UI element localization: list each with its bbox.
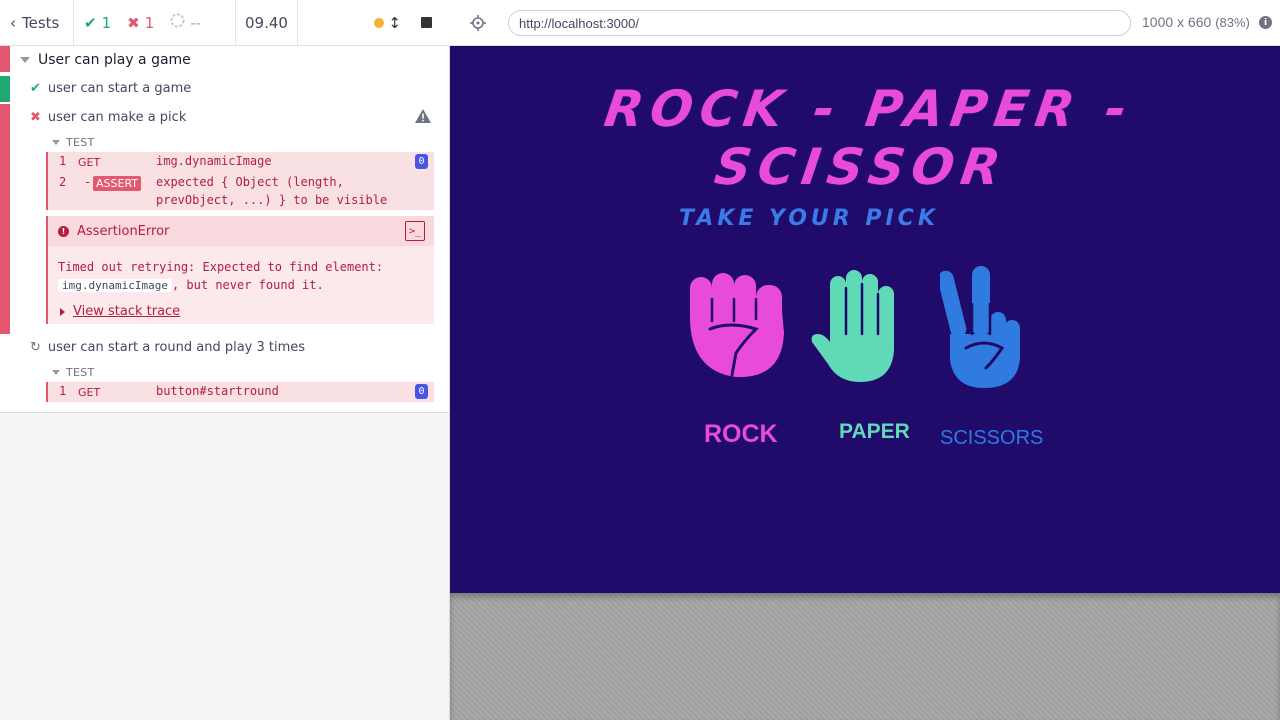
section-label: TEST <box>66 136 95 149</box>
test-row-start-game[interactable]: ✔ user can start a game <box>30 81 191 96</box>
viewport-background <box>450 593 1280 720</box>
duration: 09.40 <box>236 0 298 45</box>
check-icon: ✔ <box>30 81 41 96</box>
paper-label[interactable]: PAPER <box>839 420 910 444</box>
rock-label[interactable]: ROCK <box>704 420 778 449</box>
passed-count: 1 <box>101 13 112 32</box>
pending-stat[interactable]: -- <box>170 13 201 32</box>
running-indicator-icon <box>374 17 385 28</box>
test-section-toggle[interactable]: TEST <box>52 136 95 149</box>
tests-button[interactable]: ‹ Tests <box>0 0 74 45</box>
refresh-icon: ↻ <box>30 340 41 355</box>
failed-stat[interactable]: ✖ 1 <box>127 14 154 32</box>
assert-badge: ASSERT <box>93 176 142 191</box>
viewport-info: 1000 x 660 (83%) <box>1142 14 1250 30</box>
game-title: ROCK - PAPER - SCISSOR <box>600 80 1138 196</box>
suite-title-row[interactable]: User can play a game <box>20 52 191 68</box>
error-name: AssertionError <box>77 223 170 239</box>
cross-icon: ✖ <box>127 13 140 32</box>
peace-hand-icon[interactable] <box>940 264 1024 392</box>
section-label: TEST <box>66 366 95 379</box>
command-row-get[interactable]: 1 GET img.dynamicImage 0 <box>48 152 434 172</box>
error-message-text: Timed out retrying: Expected to find ele… <box>58 260 384 274</box>
test-title: user can start a round and play 3 times <box>47 340 306 355</box>
error-code: img.dynamicImage <box>58 279 172 292</box>
command-message: button#startround <box>156 384 279 398</box>
error-message-suffix: , but never found it. <box>171 278 324 292</box>
command-prefix: - <box>84 175 92 189</box>
zoom-level: (83%) <box>1215 15 1250 30</box>
command-row-assert[interactable]: 2 - ASSERT expected { Object (length, pr… <box>48 172 434 210</box>
command-name: GET <box>78 156 101 169</box>
failed-count: 1 <box>144 13 155 32</box>
command-number: 1 <box>59 384 67 398</box>
fist-icon[interactable] <box>686 271 788 381</box>
view-stack-trace-link[interactable]: View stack trace <box>60 304 180 319</box>
pick-heading: TAKE YOUR PICK <box>679 206 939 231</box>
url-text: http://localhost:3000/ <box>519 15 639 31</box>
assert-message-line2: prevObject, ...) } to be visible <box>156 193 388 207</box>
test-row-start-round[interactable]: ↻ user can start a round and play 3 time… <box>30 340 305 355</box>
command-number: 2 <box>59 175 67 189</box>
test-title: user can start a game <box>47 81 192 96</box>
passed-stat[interactable]: ✔ 1 <box>84 14 111 32</box>
command-row-get[interactable]: 1 GET button#startround 0 <box>48 382 434 402</box>
collapse-icon <box>20 57 30 63</box>
runnable-list: User can play a game ✔ user can start a … <box>0 46 449 413</box>
tests-label: Tests <box>22 13 60 32</box>
test-title: user can make a pick <box>47 110 187 125</box>
error-panel: ! AssertionError >_ Timed out retrying: … <box>46 216 434 324</box>
stats: ✔ 1 ✖ 1 -- <box>74 0 236 45</box>
failed-status-bar <box>0 104 10 334</box>
info-icon[interactable]: i <box>1259 16 1272 29</box>
scissors-label[interactable]: SCISSORS <box>940 427 1043 450</box>
warning-icon[interactable] <box>414 108 432 124</box>
suite-title: User can play a game <box>38 52 191 68</box>
reporter-header: ‹ Tests ✔ 1 ✖ 1 -- 09.40 ↕ <box>0 0 450 46</box>
assert-message-line1: expected { Object (length, <box>156 175 344 189</box>
run-controls: ↕ <box>298 0 450 45</box>
element-count-badge: 0 <box>415 384 428 399</box>
error-header: ! AssertionError >_ <box>48 216 434 246</box>
expand-icon <box>60 307 65 316</box>
cross-icon: ✖ <box>30 110 41 125</box>
suite-status-bar <box>0 46 10 72</box>
error-message: Timed out retrying: Expected to find ele… <box>58 258 428 295</box>
auto-scroll-toggle[interactable]: ↕ <box>374 14 401 32</box>
viewport-size: 1000 x 660 <box>1142 14 1212 30</box>
check-icon: ✔ <box>84 13 97 32</box>
command-name: GET <box>78 386 101 399</box>
pending-circle-icon <box>170 13 185 32</box>
selector-playground-icon[interactable] <box>470 15 486 31</box>
command-message: img.dynamicImage <box>156 154 272 168</box>
passed-status-bar <box>0 76 10 102</box>
element-count-badge: 0 <box>415 154 428 169</box>
error-icon: ! <box>58 225 69 237</box>
open-hand-icon[interactable] <box>808 268 904 386</box>
test-section-toggle[interactable]: TEST <box>52 366 95 379</box>
pending-count: -- <box>190 13 202 32</box>
app-under-test: ROCK - PAPER - SCISSOR TAKE YOUR PICK RO… <box>450 46 1280 593</box>
command-log: 1 GET button#startround 0 <box>46 382 434 402</box>
collapse-icon <box>52 370 60 375</box>
stack-trace-label: View stack trace <box>73 304 181 319</box>
chevron-left-icon: ‹ <box>10 13 16 32</box>
reporter-panel: ‹ Tests ✔ 1 ✖ 1 -- 09.40 ↕ User can play… <box>0 0 450 720</box>
url-bar[interactable]: http://localhost:3000/ <box>508 10 1131 36</box>
terminal-icon[interactable]: >_ <box>405 221 425 241</box>
test-row-make-pick[interactable]: ✖ user can make a pick <box>30 110 186 125</box>
stop-icon[interactable] <box>421 17 432 28</box>
command-log: 1 GET img.dynamicImage 0 2 - ASSERT expe… <box>46 152 434 210</box>
collapse-icon <box>52 140 60 145</box>
aut-header: http://localhost:3000/ 1000 x 660 (83%) … <box>450 0 1280 46</box>
scroll-arrows-icon: ↕ <box>388 13 401 32</box>
command-number: 1 <box>59 154 67 168</box>
